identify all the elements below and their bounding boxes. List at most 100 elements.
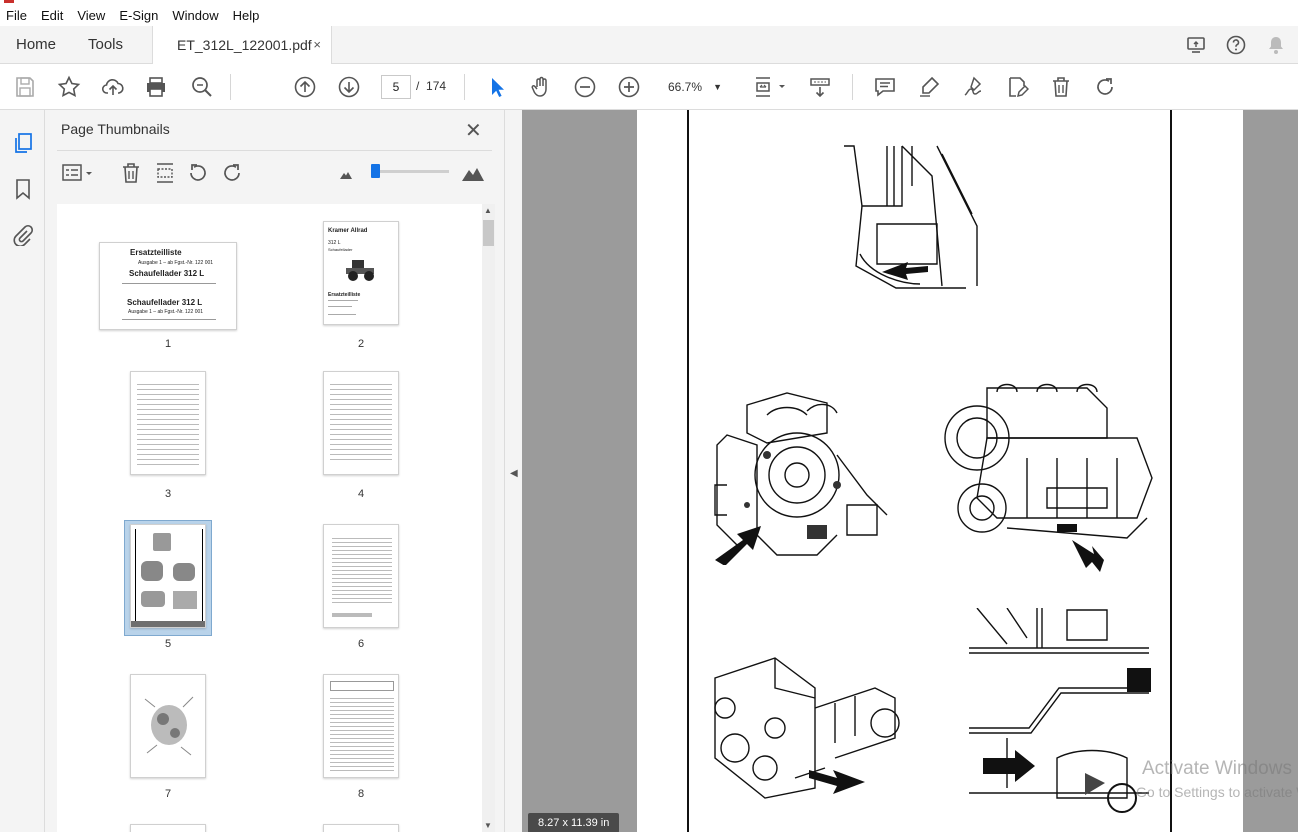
- total-pages: 174: [426, 79, 447, 93]
- thumb1-line2: Ausgabe 1 – ab Fgst.-Nr. 122 001: [138, 260, 214, 266]
- menu-bar: File Edit View E-Sign Window Help: [0, 4, 1298, 26]
- thumbnail-size-slider-track[interactable]: [373, 170, 449, 173]
- thumbnails-scrollbar[interactable]: ▲ ▼: [482, 204, 495, 832]
- thumb5-drawing: [153, 533, 171, 551]
- document-view[interactable]: 8.27 x 11.39 in Activate Windows Go to S…: [522, 110, 1298, 832]
- zoom-out-icon[interactable]: [573, 75, 597, 99]
- tab-tools[interactable]: Tools: [88, 26, 123, 64]
- rotate-redo-icon[interactable]: [1093, 75, 1117, 99]
- thumbnail-page-2[interactable]: Kramer Allrad 312 L Schaufellader Ersatz…: [323, 221, 399, 325]
- close-panel-icon[interactable]: ✕: [465, 118, 482, 143]
- thumb1-line4: Schaufellader 312 L: [127, 298, 203, 307]
- toolbar-separator: [230, 74, 231, 100]
- activate-windows-watermark: Activate Windows: [1142, 758, 1292, 779]
- thumb1-line3: Schaufellader 312 L: [129, 269, 205, 278]
- previous-page-icon[interactable]: [293, 75, 317, 99]
- scrollbar-thumb[interactable]: [483, 220, 494, 246]
- delete-trash-icon[interactable]: [1049, 75, 1073, 99]
- thumb8-header-box: [330, 681, 394, 691]
- page-count: / 174: [416, 79, 446, 93]
- tab-document-label: ET_312L_122001.pdf: [177, 37, 312, 53]
- menu-view[interactable]: View: [77, 8, 105, 23]
- page-separator: /: [416, 79, 420, 93]
- thumbnail-page-partial[interactable]: [130, 824, 206, 832]
- toolbar-separator: [852, 74, 853, 100]
- menu-edit[interactable]: Edit: [41, 8, 63, 23]
- thumbnail-page-1[interactable]: Ersatzteilliste Ausgabe 1 – ab Fgst.-Nr.…: [99, 242, 237, 330]
- thumbnail-page-4[interactable]: [323, 371, 399, 475]
- share-screen-icon[interactable]: [1186, 35, 1206, 55]
- save-icon[interactable]: [13, 75, 37, 99]
- page-size-badge: 8.27 x 11.39 in: [528, 813, 620, 832]
- scroll-mode-icon[interactable]: [808, 75, 832, 99]
- thumbnail-page-8[interactable]: [323, 674, 399, 778]
- tab-home[interactable]: Home: [16, 26, 56, 64]
- sign-pen-icon[interactable]: [961, 75, 985, 99]
- bookmarks-icon[interactable]: [12, 178, 34, 200]
- highlight-pen-icon[interactable]: [917, 75, 941, 99]
- close-tab-icon[interactable]: ×: [313, 26, 321, 64]
- main-toolbar: 5 / 174 66.7% ▼: [0, 64, 1298, 110]
- engine-right-drawing: [937, 378, 1162, 574]
- rotate-right-icon[interactable]: [220, 161, 244, 185]
- engine-left-drawing: [707, 385, 892, 566]
- menu-esign[interactable]: E-Sign: [119, 8, 158, 23]
- thumb2-rule: [328, 306, 352, 307]
- attachments-paperclip-icon[interactable]: [12, 224, 34, 247]
- transmission-drawing: [705, 648, 905, 808]
- tab-bar: Home Tools ET_312L_122001.pdf ×: [0, 26, 1298, 65]
- panel-splitter[interactable]: ◀: [504, 110, 522, 832]
- notifications-bell-icon[interactable]: [1266, 35, 1286, 55]
- rotate-left-icon[interactable]: [186, 161, 210, 185]
- thumb5-drawing: [141, 561, 163, 581]
- delete-page-trash-icon[interactable]: [119, 161, 143, 185]
- navigation-rail: [0, 110, 45, 832]
- thumbnail-label: 4: [357, 488, 365, 500]
- thumb6-text-lines: [332, 535, 392, 605]
- scroll-down-arrow-icon[interactable]: ▼: [484, 821, 492, 830]
- thumb2-loader-image: [344, 256, 378, 282]
- page-thumbnails-panel: Page Thumbnails ✕ Ersatzteilliste Ausgab…: [45, 110, 504, 832]
- insert-page-icon[interactable]: [153, 161, 177, 185]
- zoom-in-icon[interactable]: [617, 75, 641, 99]
- page-thumbnails-icon[interactable]: [12, 132, 34, 154]
- hand-tool-icon[interactable]: [529, 75, 553, 99]
- edit-document-icon[interactable]: [1005, 75, 1030, 99]
- thumbnail-page-6[interactable]: [323, 524, 399, 628]
- bookmark-star-icon[interactable]: [57, 75, 81, 99]
- thumbnail-size-slider-handle[interactable]: [371, 164, 380, 178]
- menu-help[interactable]: Help: [233, 8, 260, 23]
- options-menu-icon[interactable]: [61, 161, 97, 185]
- zoom-level-select[interactable]: 66.7% ▼: [658, 75, 730, 99]
- cloud-upload-icon[interactable]: [101, 75, 125, 99]
- next-page-icon[interactable]: [337, 75, 361, 99]
- zoom-search-icon[interactable]: [190, 75, 214, 99]
- small-mountain-icon[interactable]: [335, 161, 359, 185]
- thumb5-drawing: [141, 591, 165, 607]
- thumb5-drawing: [173, 563, 195, 581]
- select-cursor-icon[interactable]: [485, 75, 509, 99]
- collapse-panel-arrow-icon[interactable]: ◀: [510, 468, 518, 479]
- page-number-input[interactable]: 5: [381, 75, 411, 99]
- fit-page-icon[interactable]: [752, 75, 788, 99]
- thumbnail-page-3[interactable]: [130, 371, 206, 475]
- thumbnail-label: 8: [357, 788, 365, 800]
- thumb4-text-lines: [330, 380, 392, 462]
- print-icon[interactable]: [144, 75, 168, 99]
- thumb2-brand: Kramer Allrad: [328, 228, 368, 234]
- help-icon[interactable]: [1226, 35, 1246, 55]
- thumb5-view-bar: [131, 621, 205, 627]
- scroll-up-arrow-icon[interactable]: ▲: [484, 206, 492, 215]
- thumb2-rule: [328, 314, 356, 315]
- tab-document[interactable]: ET_312L_122001.pdf ×: [152, 26, 332, 65]
- loader-frame-drawing: [842, 144, 982, 290]
- menu-window[interactable]: Window: [172, 8, 218, 23]
- comment-icon[interactable]: [873, 75, 897, 99]
- thumbnail-page-7[interactable]: [130, 674, 206, 778]
- large-mountain-icon[interactable]: [461, 161, 485, 185]
- thumbnail-label: 1: [164, 338, 172, 350]
- menu-file[interactable]: File: [6, 8, 27, 23]
- thumb2-rule: [328, 300, 358, 301]
- thumbnail-page-5[interactable]: [130, 524, 206, 628]
- thumbnail-page-partial[interactable]: [323, 824, 399, 832]
